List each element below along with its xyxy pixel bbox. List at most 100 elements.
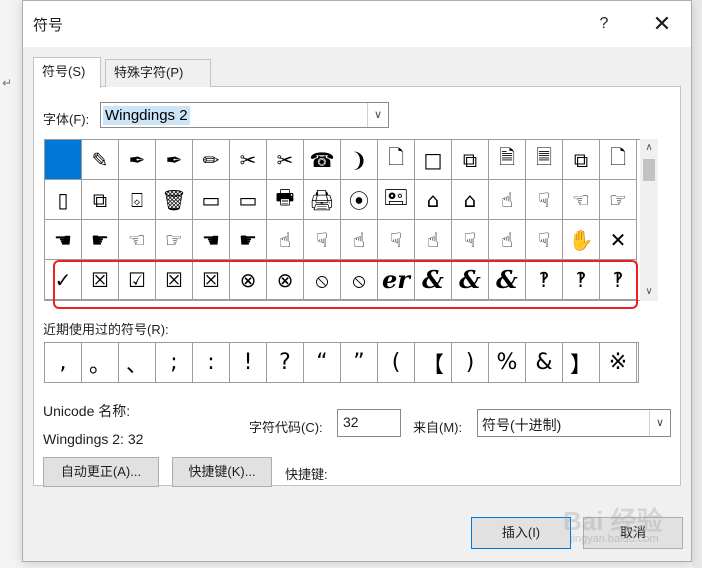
recent-symbol-cell[interactable]: 】 [563,343,600,382]
symbol-cell[interactable]: ▭ [193,180,230,220]
scrollbar-thumb[interactable] [643,159,655,181]
symbol-cell[interactable]: ✎ [82,140,119,180]
symbol-cell[interactable]: 🖨 [304,180,341,220]
symbol-cell[interactable] [45,140,82,180]
insert-button[interactable]: 插入(I) [471,517,571,549]
symbol-cell[interactable]: ⧉ [563,140,600,180]
symbol-cell[interactable]: ⌂ [415,180,452,220]
symbol-cell[interactable]: ☒ [82,260,119,300]
symbol-cell[interactable]: ☟ [304,220,341,260]
cancel-button[interactable]: 取消 [583,517,683,549]
chevron-down-icon[interactable]: ∨ [649,410,670,436]
symbol-cell[interactable]: ☝ [489,220,526,260]
symbol-cell[interactable]: ✒ [156,140,193,180]
symbol-cell[interactable]: ☝ [341,220,378,260]
symbol-cell[interactable]: & [489,260,526,300]
symbol-cell[interactable]: 🗑 [156,180,193,220]
symbol-cell[interactable]: ☞ [156,220,193,260]
recent-symbol-cell[interactable]: 、 [119,343,156,382]
recent-symbol-cell[interactable]: % [489,343,526,382]
symbol-cell[interactable]: ☒ [193,260,230,300]
symbol-cell[interactable]: □ [415,140,452,180]
symbol-cell[interactable]: ☟ [526,180,563,220]
symbol-cell[interactable]: ▭ [230,180,267,220]
recent-symbol-cell[interactable]: ” [341,343,378,382]
symbol-cell[interactable]: ✂ [267,140,304,180]
symbol-cell[interactable]: 🖭 [378,180,415,220]
symbol-grid-scrollbar[interactable]: ∧ ∨ [640,139,658,301]
symbol-cell[interactable]: ‽ [563,260,600,300]
symbol-cell[interactable]: ☝ [267,220,304,260]
symbol-cell[interactable]: er [378,260,415,300]
tab-special-characters[interactable]: 特殊字符(P) [105,59,211,87]
symbol-cell[interactable]: ✓ [45,260,82,300]
scroll-down-icon[interactable]: ∨ [640,283,658,301]
symbol-cell[interactable]: 🗋 [600,140,637,180]
tab-symbols[interactable]: 符号(S) [33,57,101,88]
symbol-cell[interactable]: ✂ [230,140,267,180]
symbol-cell[interactable]: ⧉ [82,180,119,220]
symbol-cell[interactable]: ☝ [415,220,452,260]
autocorrect-button[interactable]: 自动更正(A)... [43,457,159,487]
symbol-cell[interactable]: 🗏 [526,140,563,180]
symbol-cell[interactable]: ☚ [193,220,230,260]
recent-symbol-cell[interactable]: ) [452,343,489,382]
symbol-cell[interactable]: ☚ [45,220,82,260]
symbol-cell[interactable]: ☛ [230,220,267,260]
symbol-cell[interactable]: ⊗ [230,260,267,300]
symbol-cell[interactable]: ⦿ [341,180,378,220]
symbol-cell[interactable]: ✒ [119,140,156,180]
window-edge [692,0,702,568]
symbol-cell[interactable]: ▯ [45,180,82,220]
recent-symbol-cell[interactable]: ! [230,343,267,382]
symbol-cell[interactable]: ☜ [563,180,600,220]
shortcut-key-button[interactable]: 快捷键(K)... [172,457,272,487]
recent-symbol-cell[interactable]: 。 [82,343,119,382]
help-button[interactable]: ? [593,13,615,35]
chevron-down-icon[interactable]: ∨ [367,103,388,127]
recent-symbol-cell[interactable]: ; [156,343,193,382]
symbol-cell[interactable]: ⌂ [452,180,489,220]
symbol-cell[interactable]: ☝ [489,180,526,220]
symbol-cell[interactable]: ❩ [341,140,378,180]
symbol-cell[interactable]: ‽ [600,260,637,300]
recent-symbol-cell[interactable]: 【 [415,343,452,382]
symbol-cell[interactable]: & [452,260,489,300]
symbol-cell[interactable]: ✋ [563,220,600,260]
symbol-cell[interactable]: ☒ [156,260,193,300]
recent-symbol-cell[interactable]: ( [378,343,415,382]
recent-symbol-cell[interactable]: “ [304,343,341,382]
symbol-grid-cells: ✎ ✒ ✒ ✏ ✂ ✂ ☎ ❩ 🗋 □ ⧉ 🗎 🗏 ⧉ 🗋 ▯ ⧉ ⌺ 🗑 ▭ ▭ 🖶 🖨 ⦿ 🖭 ⌂ ⌂ ☝ ☟ ☜ ☞ ☚ ☛ ☜ ☞ ☚ ☛ ☝ ☟ ☝… [45,140,637,300]
from-label: 来自(M): [413,420,463,435]
symbol-cell[interactable]: 🗋 [378,140,415,180]
symbol-cell[interactable]: ☎ [304,140,341,180]
symbol-cell[interactable]: ☞ [600,180,637,220]
symbol-cell[interactable]: ☟ [452,220,489,260]
symbol-cell[interactable]: ⧉ [452,140,489,180]
symbol-cell[interactable]: ☛ [82,220,119,260]
recent-symbol-cell[interactable]: , [45,343,82,382]
symbol-cell[interactable]: & [415,260,452,300]
recent-symbol-cell[interactable]: ? [267,343,304,382]
symbol-cell[interactable]: ☟ [526,220,563,260]
scroll-up-icon[interactable]: ∧ [640,139,658,157]
symbol-cell[interactable]: 🗎 [489,140,526,180]
symbol-cell[interactable]: ⦸ [341,260,378,300]
symbol-cell[interactable]: ‽ [526,260,563,300]
char-code-input[interactable]: 32 [337,409,401,437]
symbol-cell[interactable]: ⦸ [304,260,341,300]
symbol-cell[interactable]: ✏ [193,140,230,180]
recent-symbol-cell[interactable]: ※ [600,343,637,382]
recent-symbol-cell[interactable]: & [526,343,563,382]
symbol-cell[interactable]: ☟ [378,220,415,260]
recent-symbol-cell[interactable]: : [193,343,230,382]
font-select[interactable]: Wingdings 2 ∨ [100,102,389,128]
from-select[interactable]: 符号(十进制) ∨ [477,409,671,437]
symbol-cell[interactable]: ☜ [119,220,156,260]
symbol-cell[interactable]: ⌺ [119,180,156,220]
symbol-cell[interactable]: 🖶 [267,180,304,220]
symbol-cell[interactable]: ☑ [119,260,156,300]
symbol-cell[interactable]: ⊗ [267,260,304,300]
symbol-cell[interactable]: ✕ [600,220,637,260]
close-button[interactable]: ✕ [649,11,675,37]
